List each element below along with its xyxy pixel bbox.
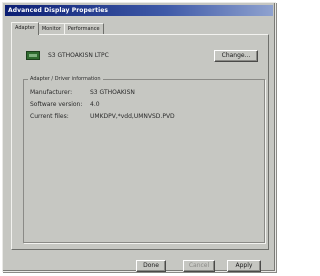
ok-button[interactable]: Done (136, 260, 166, 272)
adapter-tab-panel: S3 GTHOAKISN LTPC Change... Adapter / Dr… (11, 34, 269, 250)
tab-adapter[interactable]: Adapter (11, 22, 39, 35)
current-files-value: UMKDPV,*vdd,UMNVSD.PVD (90, 113, 175, 120)
title-bar[interactable]: Advanced Display Properties (5, 5, 273, 16)
advanced-display-properties-window: Advanced Display Properties Adapter Moni… (2, 2, 276, 272)
cancel-button[interactable]: Cancel (183, 260, 215, 272)
manufacturer-value: S3 GTHOAKISN (90, 89, 135, 96)
current-files-label: Current files: (30, 113, 69, 120)
adapter-driver-info-group: Adapter / Driver information Manufacture… (23, 75, 265, 243)
adapter-name: S3 GTHOAKISN LTPC (48, 52, 109, 59)
software-version-value: 4.0 (90, 101, 100, 108)
manufacturer-label: Manufacturer: (30, 89, 73, 96)
apply-button[interactable]: Apply (227, 260, 261, 272)
software-version-label: Software version: (30, 101, 83, 108)
change-button[interactable]: Change... (214, 50, 258, 62)
display-adapter-icon (26, 51, 40, 60)
group-legend: Adapter / Driver information (28, 75, 103, 84)
window-title: Advanced Display Properties (8, 7, 109, 14)
